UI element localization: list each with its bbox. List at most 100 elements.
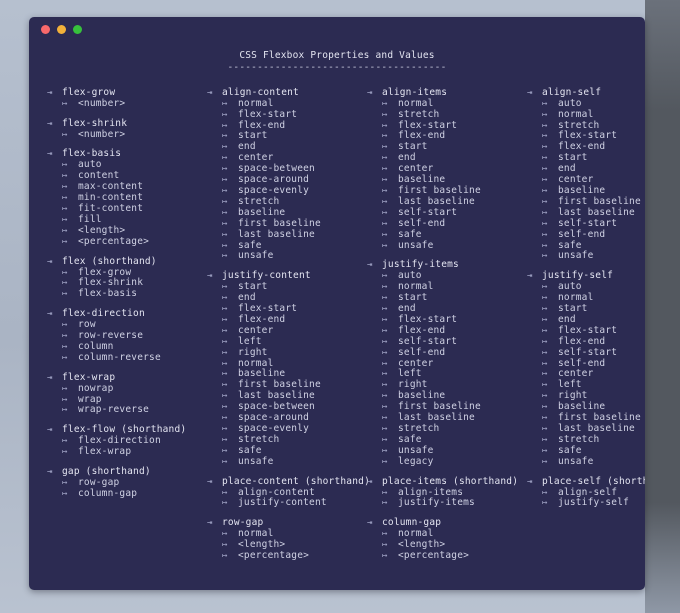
value-row: ↦ space-evenly (207, 185, 367, 197)
arrow-bar-right-icon: ↦ (382, 314, 388, 325)
value-row: ↦ self-start (367, 207, 527, 219)
arrow-bar-right-icon: ↦ (382, 196, 388, 207)
value-name: column-reverse (78, 351, 161, 363)
arrow-bar-right-icon: ↦ (382, 109, 388, 120)
window-controls (41, 25, 645, 34)
property-group: ⇥ flex-shrink ↦ <number> (47, 118, 207, 141)
value-name: justify-self (558, 497, 630, 509)
arrow-right-icon: ⇥ (527, 476, 533, 487)
value-row: ↦ last baseline (367, 412, 527, 424)
property-group: ⇥place-self (shorthand)↦align-self↦justi… (527, 476, 645, 510)
arrow-bar-right-icon: ↦ (382, 304, 388, 315)
arrow-bar-right-icon: ↦ (382, 98, 388, 109)
value-row: ↦ space-evenly (207, 423, 367, 435)
arrow-bar-right-icon: ↦ (62, 236, 68, 247)
arrow-bar-right-icon: ↦ (382, 142, 388, 153)
minimize-button-icon[interactable] (57, 25, 66, 34)
value-name: legacy (398, 455, 434, 467)
arrow-right-icon: ⇥ (207, 87, 213, 98)
value-row: ↦ <percentage> (47, 235, 207, 248)
value-name: <number> (78, 128, 126, 140)
arrow-bar-right-icon: ↦ (542, 347, 548, 358)
arrow-bar-right-icon: ↦ (542, 391, 548, 402)
arrow-bar-right-icon: ↦ (222, 402, 228, 413)
maximize-button-icon[interactable] (73, 25, 82, 34)
arrow-bar-right-icon: ↦ (222, 551, 228, 562)
property-name: place-items (shorthand) (382, 475, 519, 487)
arrow-bar-right-icon: ↦ (382, 164, 388, 175)
arrow-bar-right-icon: ↦ (222, 540, 228, 551)
value-row: ↦ center (367, 358, 527, 370)
value-name: <number> (78, 97, 126, 109)
arrow-bar-right-icon: ↦ (542, 402, 548, 413)
arrow-bar-right-icon: ↦ (382, 282, 388, 293)
page-title-block: CSS Flexbox Properties and Values ------… (43, 50, 631, 74)
value-row: ↦ column-reverse (47, 351, 207, 364)
property-name: flex-direction (62, 308, 145, 320)
arrow-bar-right-icon: ↦ (382, 325, 388, 336)
arrow-bar-right-icon: ↦ (542, 240, 548, 251)
property-row: ⇥ place-content (shorthand) (207, 475, 370, 488)
arrow-right-icon: ⇥ (367, 87, 373, 98)
value-row: ↦ <percentage> (367, 550, 527, 562)
value-row: ↦ unsafe (527, 456, 645, 468)
value-row: ↦ center (527, 369, 645, 380)
arrow-right-icon: ⇥ (207, 271, 213, 282)
property-row: ⇥ justify-content (207, 270, 367, 282)
value-name: normal (558, 108, 594, 120)
value-row: ↦ justify-items (367, 498, 527, 509)
arrow-bar-right-icon: ↦ (62, 182, 68, 193)
value-row: ↦ left (207, 336, 367, 348)
value-name: last baseline (238, 228, 315, 240)
value-name: right (238, 346, 268, 358)
property-group: ⇥ place-content (shorthand) ↦ align-content… (207, 475, 370, 510)
arrow-bar-right-icon: ↦ (222, 369, 228, 380)
arrow-right-icon: ⇥ (367, 260, 373, 271)
property-group: ⇥ flex-flow (shorthand) ↦ flex-direction ↦ fl… (47, 424, 207, 458)
arrow-right-icon: ⇥ (47, 425, 53, 436)
arrow-bar-right-icon: ↦ (62, 171, 68, 182)
terminal-titlebar[interactable] (29, 17, 645, 47)
arrow-right-icon: ⇥ (47, 372, 53, 383)
close-button-icon[interactable] (41, 25, 50, 34)
arrow-bar-right-icon: ↦ (542, 293, 548, 304)
property-name: place-content (shorthand) (222, 475, 370, 487)
value-name: <percentage> (78, 235, 150, 247)
arrow-bar-right-icon: ↦ (542, 218, 548, 229)
arrow-bar-right-icon: ↦ (542, 120, 548, 131)
value-name: unsafe (398, 239, 434, 251)
arrow-bar-right-icon: ↦ (222, 325, 228, 336)
value-name: column-gap (78, 487, 138, 499)
arrow-bar-right-icon: ↦ (62, 98, 68, 109)
property-row: ⇥ align-content (207, 87, 367, 99)
value-row: ↦ center (367, 163, 527, 175)
value-name: self-end (398, 346, 446, 358)
arrow-bar-right-icon: ↦ (222, 314, 228, 325)
value-name: <percentage> (238, 550, 310, 562)
arrow-bar-right-icon: ↦ (62, 129, 68, 140)
arrow-bar-right-icon: ↦ (542, 380, 548, 391)
column-2: ⇥ align-content ↦ normal ↦ flex-start ↦ flex-en… (207, 87, 370, 571)
arrow-bar-right-icon: ↦ (382, 271, 388, 282)
value-row: ↦ first baseline (207, 218, 367, 230)
value-row: ↦ end (367, 152, 527, 164)
arrow-right-icon: ⇥ (47, 256, 53, 267)
arrow-bar-right-icon: ↦ (62, 214, 68, 225)
arrow-bar-right-icon: ↦ (62, 225, 68, 236)
value-name: self-end (398, 217, 446, 229)
value-row: ↦ center (207, 325, 367, 337)
property-row: ⇥ place-items (shorthand) (367, 475, 527, 488)
arrow-bar-right-icon: ↦ (222, 529, 228, 540)
value-row: ↦ fit-content (47, 203, 207, 215)
value-row: ↦ flex-end (207, 120, 367, 132)
value-row: ↦ auto (367, 270, 527, 282)
property-row: ⇥ row-gap (207, 517, 367, 529)
arrow-bar-right-icon: ↦ (222, 358, 228, 369)
value-row: ↦ normal (367, 98, 527, 110)
value-row: ↦ self-start (527, 347, 645, 359)
arrow-right-icon: ⇥ (367, 476, 373, 487)
value-row: ↦ unsafe (527, 251, 645, 262)
arrow-bar-right-icon: ↦ (222, 336, 228, 347)
arrow-right-icon: ⇥ (47, 149, 53, 160)
arrow-bar-right-icon: ↦ (62, 267, 68, 278)
